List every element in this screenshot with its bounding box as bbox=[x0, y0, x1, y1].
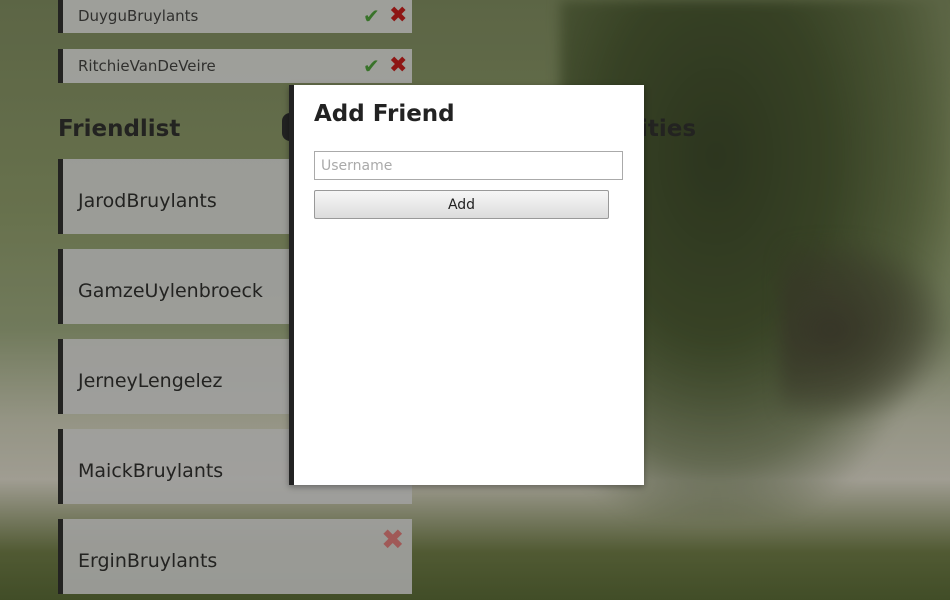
add-friend-modal: Add Friend Add bbox=[289, 85, 644, 485]
add-button[interactable]: Add bbox=[314, 190, 609, 219]
modal-title: Add Friend bbox=[314, 101, 455, 127]
username-input[interactable] bbox=[314, 151, 623, 180]
